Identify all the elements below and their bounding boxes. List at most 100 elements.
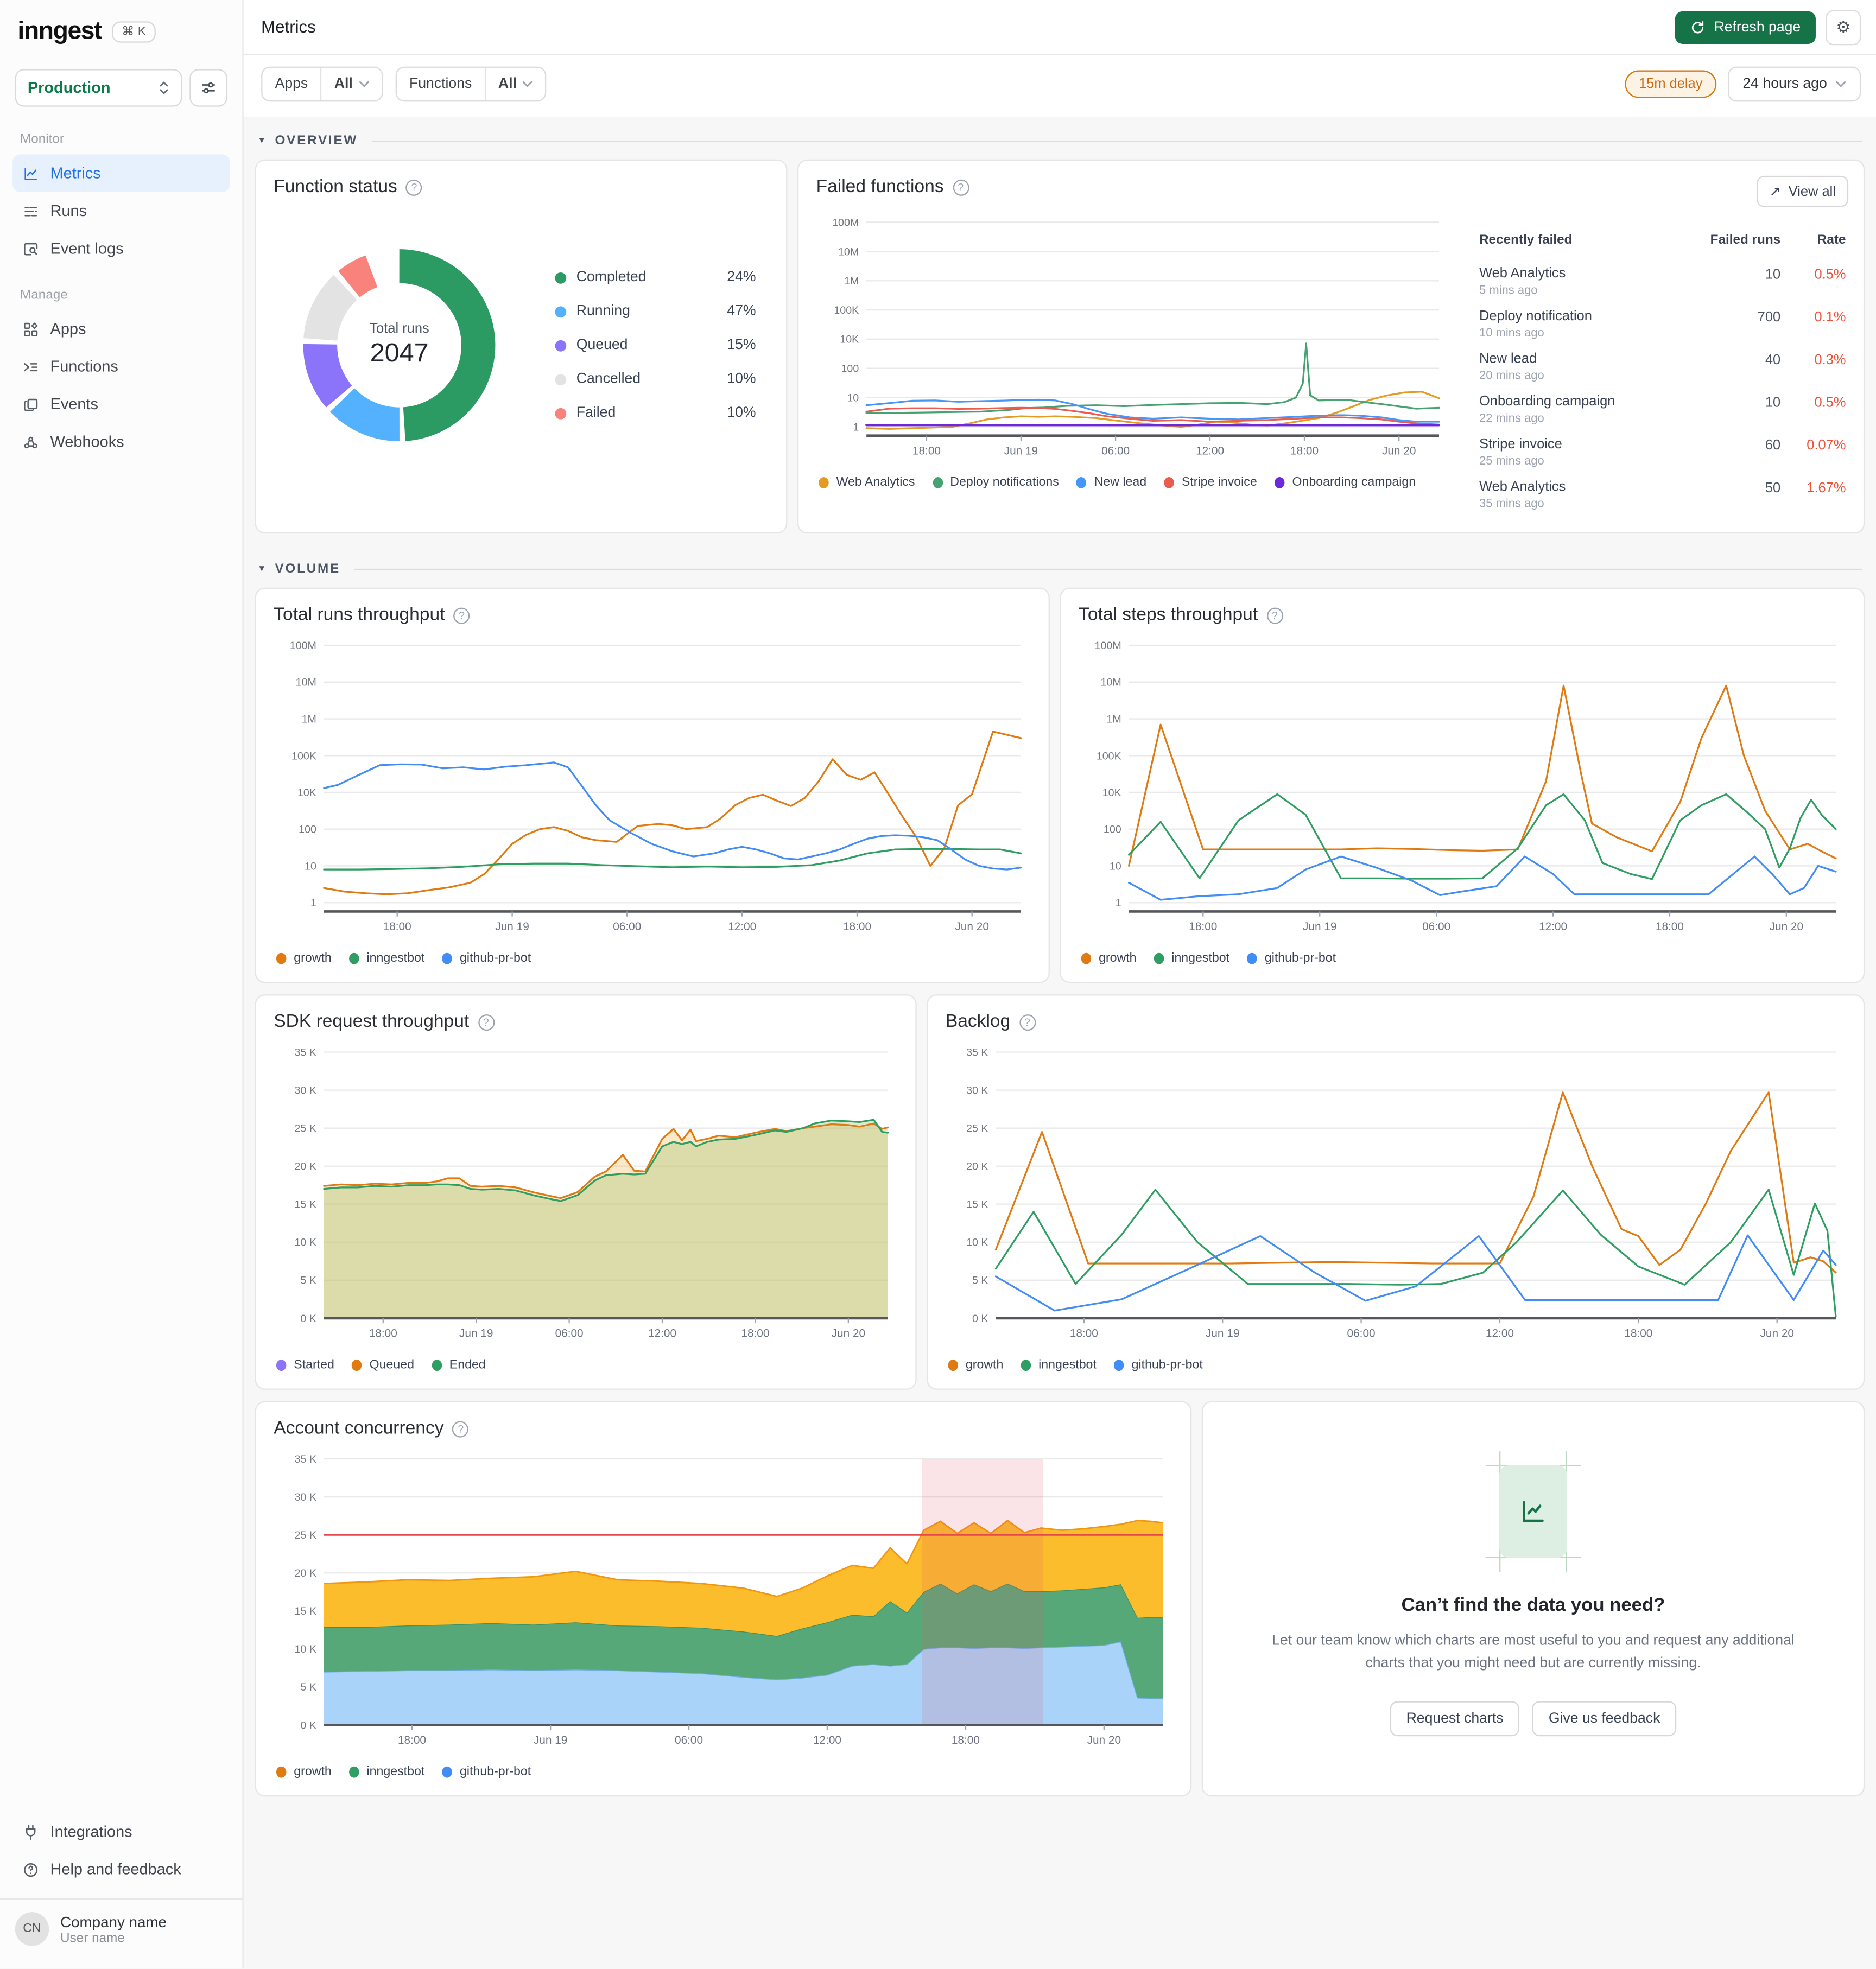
help-circle-icon[interactable]: ? bbox=[1266, 607, 1283, 624]
svg-text:06:00: 06:00 bbox=[613, 920, 641, 933]
svg-text:Jun 20: Jun 20 bbox=[1382, 444, 1416, 457]
total-runs-title: Total runs throughput bbox=[274, 605, 445, 625]
donut-legend-row: Cancelled 10% bbox=[555, 372, 756, 386]
legend-item: growth bbox=[1081, 951, 1137, 966]
help-circle-icon[interactable]: ? bbox=[952, 179, 969, 195]
table-row[interactable]: Stripe invoice 25 mins ago 60 0.07% bbox=[1479, 430, 1846, 473]
help-icon bbox=[23, 1862, 39, 1878]
volume-section-header[interactable]: ▼ VOLUME bbox=[255, 545, 1865, 588]
svg-text:25 K: 25 K bbox=[966, 1123, 988, 1135]
svg-text:10: 10 bbox=[1110, 860, 1121, 872]
table-row[interactable]: Web Analytics 5 mins ago 10 0.5% bbox=[1479, 260, 1846, 303]
functions-filter[interactable]: Functions All bbox=[395, 66, 547, 102]
request-charts-card: Can’t find the data you need? Let our te… bbox=[1201, 1401, 1865, 1797]
legend-item: Web Analytics bbox=[819, 476, 915, 490]
recently-failed-table: Recently failed Failed runs Rate Web Ana… bbox=[1479, 202, 1846, 516]
table-row[interactable]: Onboarding campaign 22 mins ago 10 0.5% bbox=[1479, 388, 1846, 431]
total-steps-card: Total steps throughput ? 100M 10M 1M 100K 10… bbox=[1060, 587, 1865, 983]
svg-text:Jun 19: Jun 19 bbox=[1004, 444, 1038, 457]
help-circle-icon[interactable]: ? bbox=[405, 179, 423, 195]
sidebar-item-integrations[interactable]: Integrations bbox=[12, 1813, 230, 1851]
environment-filter-button[interactable] bbox=[189, 69, 227, 107]
legend-item: growth bbox=[948, 1358, 1003, 1372]
arrow-up-right-icon: ↗ bbox=[1769, 185, 1781, 200]
sidebar-item-label: Apps bbox=[50, 320, 86, 338]
event-logs-icon bbox=[23, 240, 39, 257]
column-header: Rate bbox=[1817, 232, 1846, 247]
help-circle-icon[interactable]: ? bbox=[453, 607, 470, 624]
backlog-title: Backlog bbox=[945, 1012, 1011, 1032]
legend-item: github-pr-bot bbox=[1247, 951, 1336, 966]
apps-filter[interactable]: Apps All bbox=[261, 66, 383, 102]
svg-text:Jun 20: Jun 20 bbox=[1087, 1734, 1121, 1746]
sidebar-item-help-feedback[interactable]: Help and feedback bbox=[12, 1851, 230, 1889]
svg-text:Jun 19: Jun 19 bbox=[534, 1734, 567, 1746]
give-feedback-button[interactable]: Give us feedback bbox=[1532, 1701, 1677, 1736]
total-steps-chart: 100M 10M 1M 100K 10K 100 10 1 18:00 Jun 19 06:00 12… bbox=[1095, 640, 1837, 933]
table-row[interactable]: Deploy notification 10 mins ago 700 0.1% bbox=[1479, 302, 1846, 345]
svg-text:18:00: 18:00 bbox=[952, 1734, 980, 1746]
sidebar-item-event-logs[interactable]: Event logs bbox=[12, 230, 230, 267]
sidebar-item-metrics[interactable]: Metrics bbox=[12, 154, 230, 192]
sidebar-item-webhooks[interactable]: Webhooks bbox=[12, 423, 230, 461]
svg-text:06:00: 06:00 bbox=[675, 1734, 703, 1746]
failed-functions-chart-legend: Web Analytics Deploy notifications New lea… bbox=[816, 476, 1462, 490]
svg-text:0 K: 0 K bbox=[972, 1313, 988, 1325]
overview-section-header[interactable]: ▼ OVERVIEW bbox=[255, 117, 1865, 160]
failed-functions-card: Failed functions ? ↗ View all 100M 10M 1M 1… bbox=[797, 159, 1865, 534]
apps-filter-label: Apps bbox=[275, 77, 308, 92]
svg-text:1M: 1M bbox=[302, 714, 316, 726]
svg-text:100K: 100K bbox=[1097, 750, 1121, 762]
time-range-select[interactable]: 24 hours ago bbox=[1727, 66, 1861, 102]
settings-button[interactable]: ⚙ bbox=[1826, 9, 1861, 45]
legend-item: Stripe invoice bbox=[1164, 476, 1257, 490]
environment-select[interactable]: Production bbox=[15, 69, 182, 107]
svg-text:100: 100 bbox=[299, 824, 316, 836]
page-title: Metrics bbox=[261, 17, 316, 37]
svg-text:12:00: 12:00 bbox=[648, 1328, 676, 1340]
legend-item: inngestbot bbox=[349, 951, 424, 966]
svg-text:06:00: 06:00 bbox=[555, 1328, 584, 1340]
legend-item: Started bbox=[276, 1358, 334, 1372]
svg-text:18:00: 18:00 bbox=[383, 920, 411, 933]
account-menu[interactable]: CN Company name User name bbox=[0, 1898, 243, 1962]
chevron-down-icon bbox=[359, 81, 369, 87]
plug-icon bbox=[23, 1824, 39, 1840]
request-charts-button[interactable]: Request charts bbox=[1390, 1701, 1520, 1736]
refresh-page-button[interactable]: Refresh page bbox=[1675, 10, 1816, 43]
svg-text:10 K: 10 K bbox=[295, 1643, 316, 1655]
function-status-title: Function status bbox=[274, 177, 397, 198]
failed-functions-chart: 100M 10M 1M 100K 10K 100 10 1 18:00 Jun 19 06:00 12… bbox=[832, 217, 1441, 457]
svg-text:18:00: 18:00 bbox=[912, 444, 941, 457]
view-all-button[interactable]: ↗ View all bbox=[1757, 175, 1849, 207]
svg-text:15 K: 15 K bbox=[295, 1199, 316, 1211]
svg-text:10K: 10K bbox=[1102, 787, 1121, 799]
sidebar-item-events[interactable]: Events bbox=[12, 385, 230, 423]
apps-filter-value: All bbox=[334, 77, 353, 92]
help-circle-icon[interactable]: ? bbox=[1019, 1013, 1036, 1031]
command-palette-shortcut[interactable]: ⌘ K bbox=[111, 21, 156, 43]
sidebar-item-functions[interactable]: Functions bbox=[12, 348, 230, 385]
svg-text:10 K: 10 K bbox=[966, 1237, 988, 1249]
table-row[interactable]: Web Analytics 35 mins ago 50 1.67% bbox=[1479, 473, 1846, 516]
overview-section-label: OVERVIEW bbox=[275, 133, 358, 148]
svg-text:1: 1 bbox=[853, 421, 859, 433]
table-row[interactable]: New lead 20 mins ago 40 0.3% bbox=[1479, 345, 1846, 388]
help-circle-icon[interactable]: ? bbox=[452, 1420, 469, 1437]
legend-item: Deploy notifications bbox=[932, 476, 1059, 490]
svg-text:12:00: 12:00 bbox=[1539, 920, 1567, 933]
svg-text:Jun 19: Jun 19 bbox=[1303, 920, 1336, 933]
events-icon bbox=[23, 396, 39, 412]
total-runs-chart: 100M 10M 1M 100K 10K 100 10 1 18:00 Jun 19 06:00 12… bbox=[290, 640, 1022, 933]
sidebar-item-runs[interactable]: Runs bbox=[12, 192, 230, 230]
account-concurrency-chart: 35 K 30 K 25 K 20 K 15 K 10 K 5 K 0 K 18:00 Jun 1… bbox=[295, 1453, 1163, 1746]
chevron-down-icon bbox=[1836, 81, 1846, 87]
svg-text:12:00: 12:00 bbox=[1486, 1328, 1514, 1340]
legend-item: Ended bbox=[432, 1358, 486, 1372]
functions-filter-value: All bbox=[498, 77, 517, 92]
sidebar-item-apps[interactable]: Apps bbox=[12, 310, 230, 347]
help-circle-icon[interactable]: ? bbox=[478, 1013, 495, 1031]
delay-badge: 15m delay bbox=[1625, 70, 1716, 98]
svg-text:20 K: 20 K bbox=[295, 1567, 316, 1579]
legend-item: growth bbox=[276, 951, 332, 966]
